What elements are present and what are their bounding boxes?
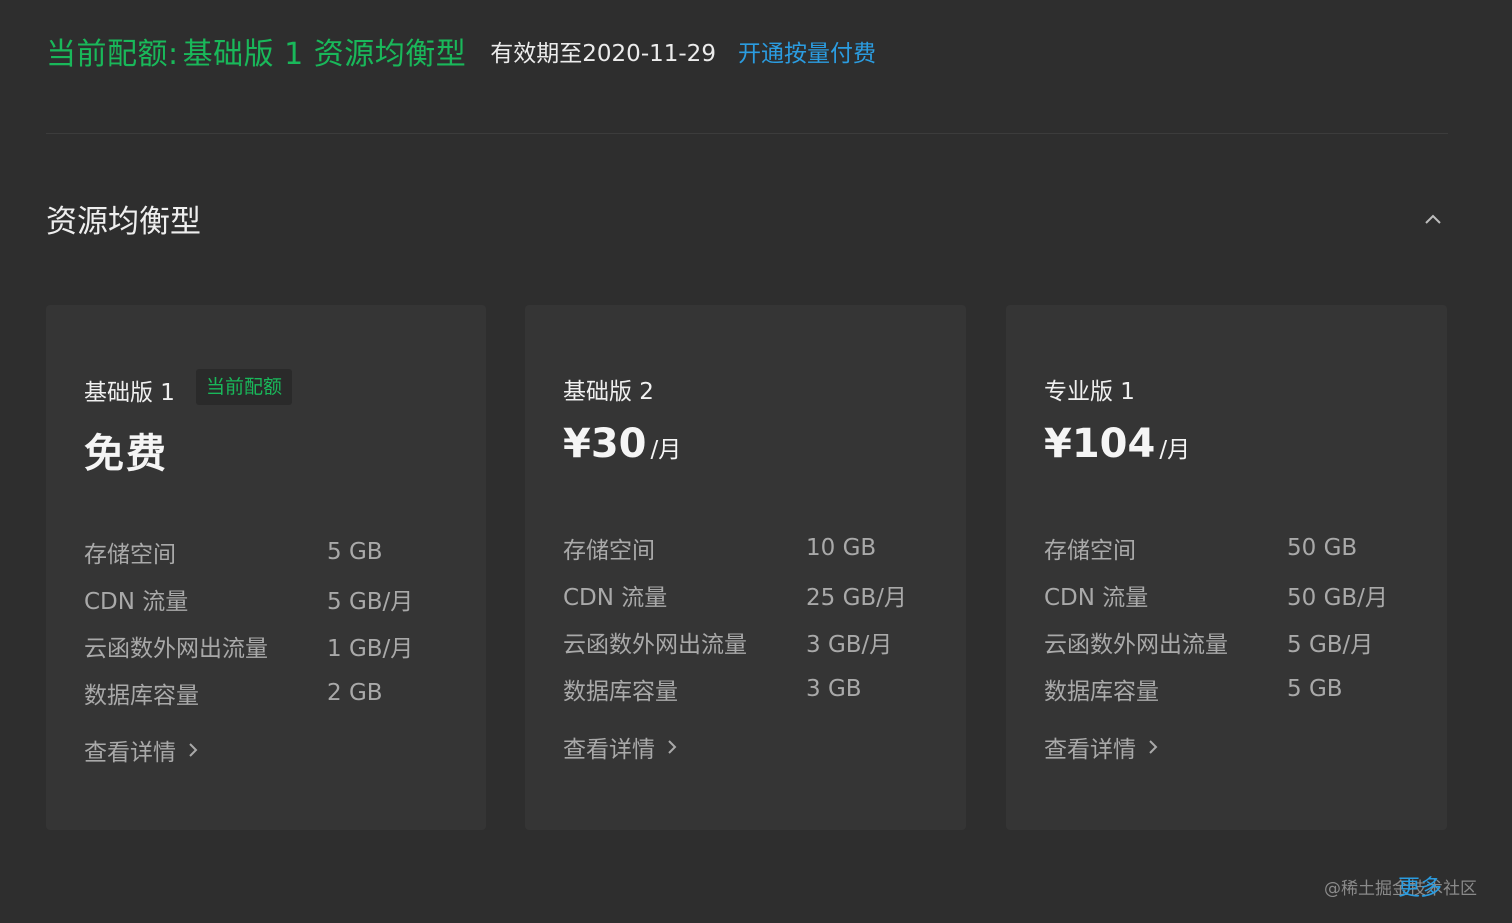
plan-price: ¥104 /月 bbox=[1044, 421, 1190, 467]
chevron-right-icon bbox=[189, 743, 198, 757]
plan-price: ¥30 /月 bbox=[563, 421, 681, 467]
plan-price: 免费 bbox=[84, 421, 168, 479]
price-unit: /月 bbox=[650, 437, 682, 463]
spec-row: CDN 流量 5 GB/月 bbox=[84, 575, 464, 622]
spec-row: 数据库容量 5 GB bbox=[1044, 665, 1424, 712]
plan-card-pro-1: 专业版 1 ¥104 /月 存储空间 50 GB CDN 流量 50 GB/月 … bbox=[1006, 305, 1447, 830]
spec-value: 3 GB bbox=[806, 675, 862, 702]
spec-row: 数据库容量 2 GB bbox=[84, 669, 464, 716]
spec-value: 5 GB bbox=[327, 538, 383, 565]
spec-value: 2 GB bbox=[327, 679, 383, 706]
price-amount: ¥104 bbox=[1044, 421, 1156, 467]
quota-label: 当前配额: bbox=[46, 37, 179, 72]
spec-label: CDN 流量 bbox=[1044, 584, 1149, 611]
spec-value: 50 GB/月 bbox=[1287, 584, 1388, 611]
price-amount: ¥30 bbox=[563, 421, 647, 467]
spec-label: 存储空间 bbox=[1044, 537, 1136, 564]
spec-row: CDN 流量 25 GB/月 bbox=[563, 571, 943, 618]
spec-row: CDN 流量 50 GB/月 bbox=[1044, 571, 1424, 618]
spec-row: 存储空间 10 GB bbox=[563, 524, 943, 571]
spec-list: 存储空间 50 GB CDN 流量 50 GB/月 云函数外网出流量 5 GB/… bbox=[1044, 524, 1424, 712]
spec-value: 3 GB/月 bbox=[806, 631, 893, 658]
spec-label: CDN 流量 bbox=[563, 584, 668, 611]
plan-name: 专业版 1 bbox=[1044, 379, 1135, 405]
collapse-toggle-button[interactable] bbox=[1422, 208, 1444, 230]
spec-value: 10 GB bbox=[806, 534, 877, 561]
spec-label: 云函数外网出流量 bbox=[84, 635, 268, 662]
spec-label: 数据库容量 bbox=[1044, 678, 1159, 705]
view-details-link[interactable]: 查看详情 bbox=[84, 733, 198, 767]
price-free: 免费 bbox=[84, 431, 168, 477]
spec-row: 数据库容量 3 GB bbox=[563, 665, 943, 712]
spec-label: 云函数外网出流量 bbox=[563, 631, 747, 658]
plan-name: 基础版 1 bbox=[84, 380, 175, 406]
view-details-link[interactable]: 查看详情 bbox=[563, 730, 677, 764]
spec-label: 存储空间 bbox=[84, 541, 176, 568]
plan-card-basic-1: 基础版 1 当前配额 免费 存储空间 5 GB CDN 流量 5 GB/月 云函… bbox=[46, 305, 486, 830]
current-quota-badge: 当前配额 bbox=[196, 369, 293, 405]
chevron-right-icon bbox=[1149, 740, 1158, 754]
section-title: 资源均衡型 bbox=[46, 204, 201, 240]
spec-row: 云函数外网出流量 5 GB/月 bbox=[1044, 618, 1424, 665]
header-divider bbox=[46, 133, 1448, 134]
spec-label: 存储空间 bbox=[563, 537, 655, 564]
spec-label: 云函数外网出流量 bbox=[1044, 631, 1228, 658]
spec-value: 50 GB bbox=[1287, 534, 1358, 561]
spec-value: 25 GB/月 bbox=[806, 584, 907, 611]
view-details-link[interactable]: 查看详情 bbox=[1044, 730, 1158, 764]
view-details-label: 查看详情 bbox=[1044, 737, 1136, 763]
valid-until-text: 有效期至2020-11-29 bbox=[490, 41, 716, 67]
spec-value: 5 GB/月 bbox=[1287, 631, 1374, 658]
view-details-label: 查看详情 bbox=[563, 737, 655, 763]
quota-header: 当前配额: 基础版 1 资源均衡型 有效期至2020-11-29 开通按量付费 bbox=[46, 28, 876, 74]
open-pay-as-you-go-link[interactable]: 开通按量付费 bbox=[738, 34, 876, 68]
view-details-label: 查看详情 bbox=[84, 740, 176, 766]
spec-row: 存储空间 50 GB bbox=[1044, 524, 1424, 571]
spec-list: 存储空间 5 GB CDN 流量 5 GB/月 云函数外网出流量 1 GB/月 … bbox=[84, 528, 464, 716]
spec-list: 存储空间 10 GB CDN 流量 25 GB/月 云函数外网出流量 3 GB/… bbox=[563, 524, 943, 712]
price-unit: /月 bbox=[1159, 437, 1191, 463]
spec-row: 存储空间 5 GB bbox=[84, 528, 464, 575]
chevron-up-icon bbox=[1425, 214, 1441, 224]
spec-value: 1 GB/月 bbox=[327, 635, 414, 662]
chevron-right-icon bbox=[668, 740, 677, 754]
more-link[interactable]: 更多 bbox=[1398, 870, 1442, 902]
spec-value: 5 GB bbox=[1287, 675, 1343, 702]
quota-value: 基础版 1 资源均衡型 bbox=[182, 37, 467, 72]
spec-value: 5 GB/月 bbox=[327, 588, 414, 615]
spec-row: 云函数外网出流量 1 GB/月 bbox=[84, 622, 464, 669]
spec-row: 云函数外网出流量 3 GB/月 bbox=[563, 618, 943, 665]
spec-label: CDN 流量 bbox=[84, 588, 189, 615]
spec-label: 数据库容量 bbox=[84, 682, 199, 709]
plan-name: 基础版 2 bbox=[563, 379, 654, 405]
plan-card-basic-2: 基础版 2 ¥30 /月 存储空间 10 GB CDN 流量 25 GB/月 云… bbox=[525, 305, 966, 830]
spec-label: 数据库容量 bbox=[563, 678, 678, 705]
